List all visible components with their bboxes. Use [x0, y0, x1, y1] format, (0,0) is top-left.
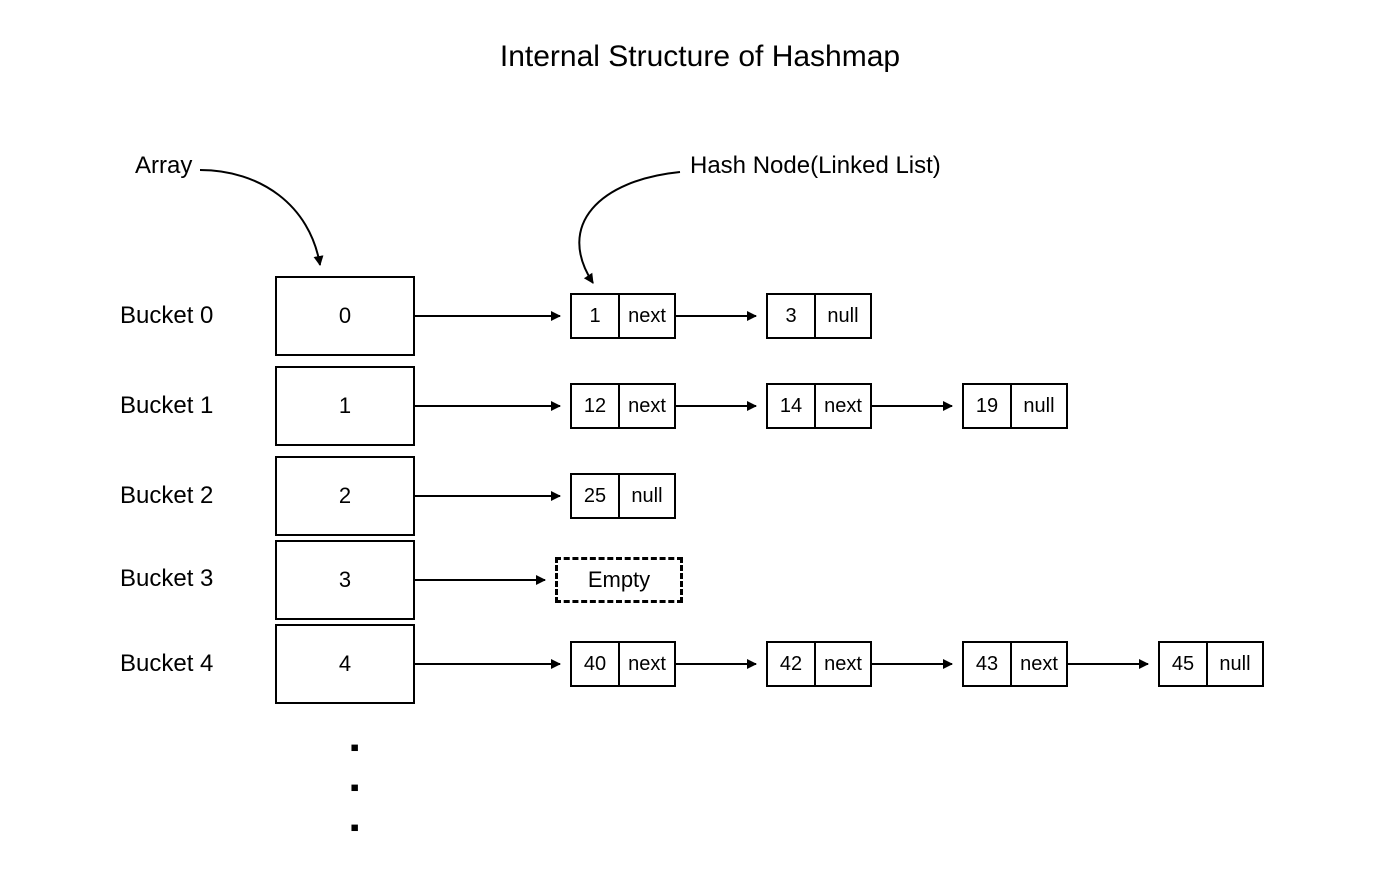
node-value: 12 — [570, 383, 620, 429]
node-value: 19 — [962, 383, 1012, 429]
bucket-label: Bucket 3 — [120, 565, 213, 593]
node-pointer: null — [1012, 383, 1068, 429]
bucket-label: Bucket 0 — [120, 302, 213, 330]
array-cell: 4 — [275, 624, 415, 704]
node-value: 42 — [766, 641, 816, 687]
node-pointer: null — [816, 293, 872, 339]
bucket-label: Bucket 2 — [120, 482, 213, 510]
hash-node: 43 next — [962, 641, 1068, 687]
node-pointer: next — [620, 293, 676, 339]
hash-node: 25 null — [570, 473, 676, 519]
node-pointer: next — [816, 641, 872, 687]
ellipsis-dot: ▪ — [350, 772, 359, 803]
node-value: 25 — [570, 473, 620, 519]
hash-node: 45 null — [1158, 641, 1264, 687]
bucket-label: Bucket 1 — [120, 392, 213, 420]
array-cell: 2 — [275, 456, 415, 536]
diagram-title: Internal Structure of Hashmap — [0, 40, 1400, 74]
ellipsis-dot: ▪ — [350, 732, 359, 763]
hash-node: 3 null — [766, 293, 872, 339]
node-pointer: next — [620, 383, 676, 429]
hash-node: 40 next — [570, 641, 676, 687]
node-pointer: null — [620, 473, 676, 519]
hash-node: 19 null — [962, 383, 1068, 429]
node-value: 40 — [570, 641, 620, 687]
ellipsis-dot: ▪ — [350, 812, 359, 843]
node-pointer: null — [1208, 641, 1264, 687]
bucket-label: Bucket 4 — [120, 650, 213, 678]
hash-node: 14 next — [766, 383, 872, 429]
node-value: 3 — [766, 293, 816, 339]
node-pointer: next — [1012, 641, 1068, 687]
node-value: 14 — [766, 383, 816, 429]
node-pointer: next — [816, 383, 872, 429]
arrows-layer — [0, 0, 1400, 889]
array-cell: 1 — [275, 366, 415, 446]
empty-bucket: Empty — [555, 557, 683, 603]
hash-node: 12 next — [570, 383, 676, 429]
node-value: 1 — [570, 293, 620, 339]
node-pointer: next — [620, 641, 676, 687]
array-cell: 0 — [275, 276, 415, 356]
array-label: Array — [135, 152, 192, 180]
node-value: 45 — [1158, 641, 1208, 687]
hashnode-label: Hash Node(Linked List) — [690, 152, 941, 180]
array-cell: 3 — [275, 540, 415, 620]
hash-node: 42 next — [766, 641, 872, 687]
node-value: 43 — [962, 641, 1012, 687]
hash-node: 1 next — [570, 293, 676, 339]
